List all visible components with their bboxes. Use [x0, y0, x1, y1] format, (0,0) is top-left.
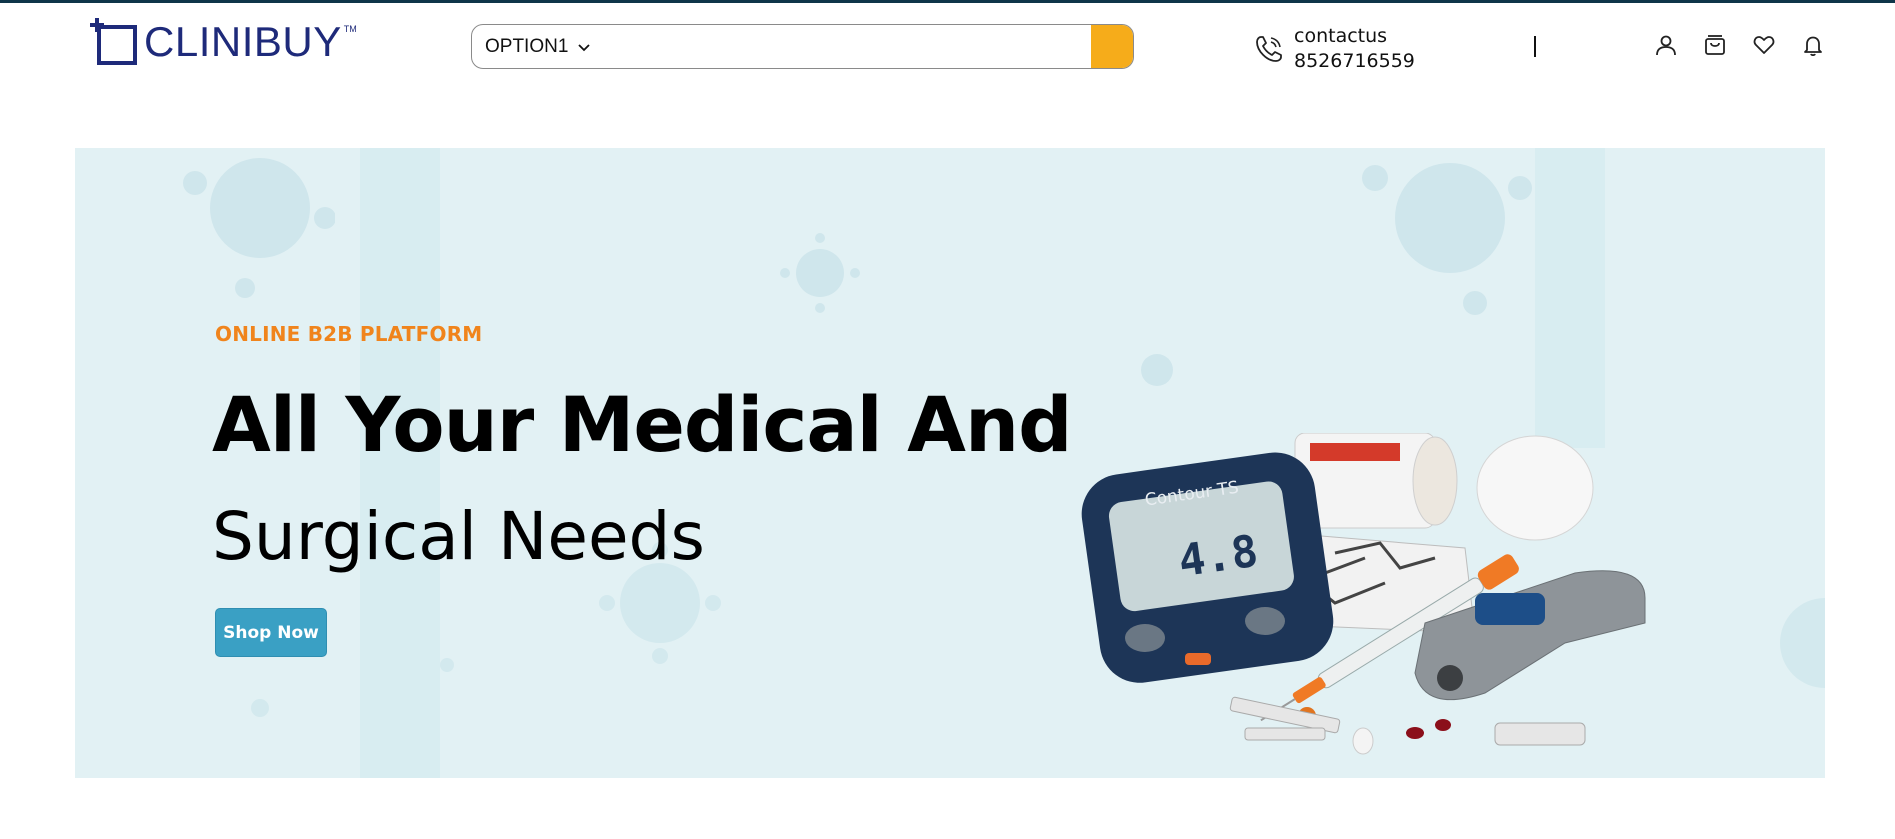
category-select[interactable]: OPTION1: [472, 25, 591, 68]
logo[interactable]: CLINIBUY TM: [90, 18, 357, 66]
background-band-icon: [1535, 148, 1605, 448]
search-input[interactable]: [590, 25, 1091, 68]
phone-icon: [1256, 36, 1282, 62]
virus-decoration-icon: [1362, 163, 1532, 315]
virus-decoration-icon: [1780, 598, 1825, 688]
medical-products-image: Contour TS 4.8: [1081, 433, 1646, 755]
virus-decoration-icon: [1141, 354, 1173, 386]
cart-icon[interactable]: [1703, 33, 1727, 57]
virus-decoration-icon: [780, 233, 860, 313]
heart-icon[interactable]: [1752, 33, 1776, 57]
logo-mark-icon: [90, 18, 137, 65]
hero-banner: ONLINE B2B PLATFORM All Your Medical And…: [75, 148, 1825, 778]
category-select-value: OPTION1: [485, 35, 569, 57]
contact-info: contactus 8526716559: [1253, 24, 1415, 74]
logo-text: CLINIBUY: [144, 18, 342, 65]
contact-phone[interactable]: 8526716559: [1294, 49, 1415, 74]
search-button[interactable]: [1091, 25, 1133, 68]
bell-icon[interactable]: [1801, 33, 1825, 57]
hero-headline-line1: All Your Medical And: [212, 380, 1072, 469]
search-bar: OPTION1: [471, 24, 1134, 69]
top-accent-bar: [0, 0, 1895, 3]
logo-trademark: TM: [343, 24, 357, 34]
header-icons: [1654, 33, 1825, 57]
virus-decoration-icon: [251, 699, 269, 717]
shop-now-button[interactable]: Shop Now: [215, 608, 327, 657]
chevron-down-icon: [578, 43, 591, 51]
hero-headline-line2: Surgical Needs: [212, 498, 705, 575]
contact-label: contactus: [1294, 25, 1388, 47]
hero-eyebrow: ONLINE B2B PLATFORM: [215, 322, 483, 346]
user-icon[interactable]: [1654, 33, 1678, 57]
header-divider: [1534, 36, 1536, 57]
virus-decoration-icon: [440, 658, 454, 672]
virus-decoration-icon: [183, 158, 335, 298]
